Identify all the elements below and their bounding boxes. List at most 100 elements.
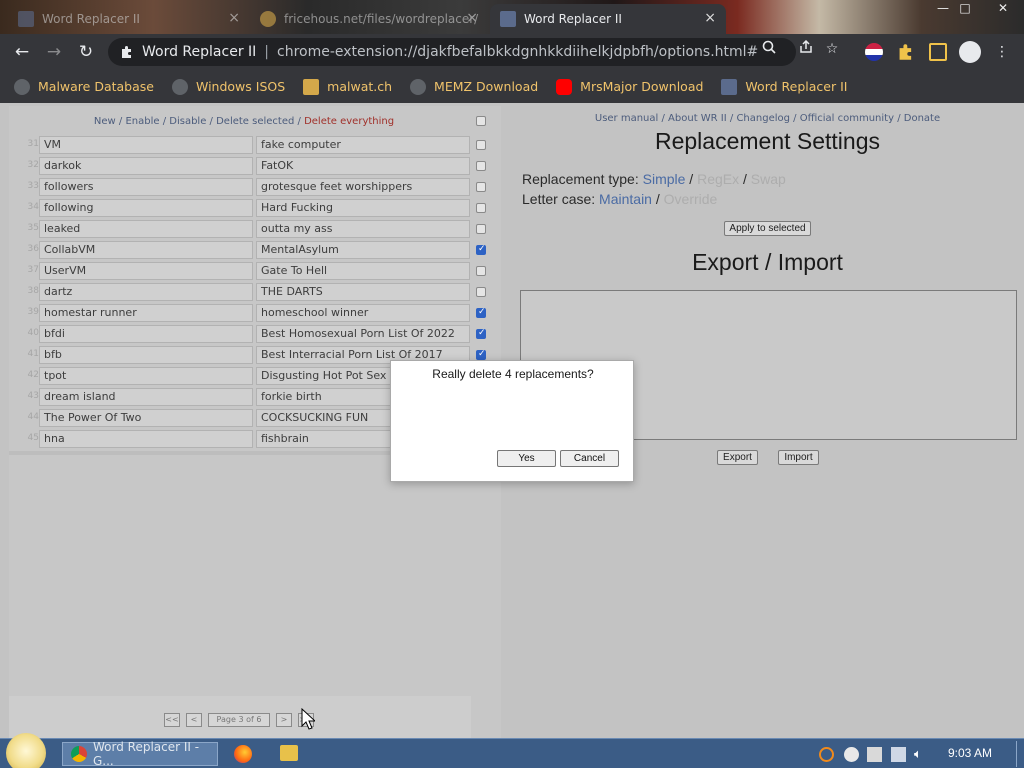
- delete-selected-link[interactable]: Delete selected: [216, 116, 294, 127]
- row-select-checkbox[interactable]: [476, 307, 486, 318]
- find-word-input[interactable]: tpot: [39, 367, 253, 385]
- replace-word-input[interactable]: Hard Fucking: [256, 199, 470, 217]
- chrome-icon: [71, 746, 87, 762]
- find-word-input[interactable]: The Power Of Two: [39, 409, 253, 427]
- bookmark-memz-download[interactable]: MEMZ Download: [410, 78, 538, 95]
- replace-word-input[interactable]: Best Homosexual Porn List Of 2022: [256, 325, 470, 343]
- firefox-icon[interactable]: [234, 745, 252, 763]
- apply-to-selected-button[interactable]: Apply to selected: [724, 221, 811, 236]
- row-select-checkbox[interactable]: [476, 182, 486, 192]
- import-button[interactable]: Import: [778, 450, 819, 465]
- row-select-checkbox[interactable]: [476, 244, 486, 255]
- find-word-input[interactable]: darkok: [39, 157, 253, 175]
- replace-word-input[interactable]: outta my ass: [256, 220, 470, 238]
- share-icon[interactable]: [797, 39, 815, 58]
- replace-word-input[interactable]: fake computer: [256, 136, 470, 154]
- close-tab-icon[interactable]: ×: [228, 10, 240, 26]
- find-word-input[interactable]: dream island: [39, 388, 253, 406]
- community-link[interactable]: Official community: [800, 113, 894, 124]
- delete-everything-link[interactable]: Delete everything: [304, 116, 394, 127]
- forward-button[interactable]: →: [42, 40, 66, 64]
- bookmark-star-icon[interactable]: ☆: [823, 40, 841, 58]
- start-button[interactable]: [6, 733, 46, 768]
- row-select-checkbox[interactable]: [476, 287, 486, 297]
- next-page-button[interactable]: >: [276, 713, 292, 727]
- extensions-icon[interactable]: [897, 43, 915, 61]
- override-option[interactable]: Override: [664, 191, 718, 207]
- tab-fricehous[interactable]: fricehous.net/files/wordreplacer/ ×: [250, 4, 488, 34]
- maintain-option[interactable]: Maintain: [599, 191, 652, 207]
- find-word-input[interactable]: bfdi: [39, 325, 253, 343]
- select-all-checkbox[interactable]: [476, 116, 486, 126]
- row-select-checkbox[interactable]: [476, 328, 486, 339]
- first-page-button[interactable]: <<: [164, 713, 180, 727]
- bookmark-windows-isos[interactable]: Windows ISOS: [171, 78, 285, 95]
- replace-word-input[interactable]: FatOK: [256, 157, 470, 175]
- row-select-checkbox[interactable]: [476, 266, 486, 276]
- new-link[interactable]: New: [94, 116, 116, 127]
- find-word-input[interactable]: homestar runner: [39, 304, 253, 322]
- row-select-checkbox[interactable]: [476, 203, 486, 213]
- row-select-checkbox[interactable]: [476, 161, 486, 171]
- volume-icon[interactable]: 🔈︎: [914, 747, 929, 762]
- about-link[interactable]: About WR II: [668, 113, 727, 124]
- profile-avatar-icon[interactable]: [959, 41, 981, 63]
- taskbar-clock[interactable]: 9:03 AM: [948, 746, 992, 760]
- regex-option[interactable]: RegEx: [697, 171, 739, 187]
- bookmark-malware-database[interactable]: Malware Database: [14, 78, 154, 95]
- donate-link[interactable]: Donate: [904, 113, 940, 124]
- find-word-input[interactable]: followers: [39, 178, 253, 196]
- user-manual-link[interactable]: User manual: [595, 113, 658, 124]
- find-word-input[interactable]: bfb: [39, 346, 253, 364]
- flag-tray-icon[interactable]: [867, 747, 882, 762]
- show-desktop-button[interactable]: [1016, 741, 1020, 767]
- disable-link[interactable]: Disable: [169, 116, 206, 127]
- replace-word-input[interactable]: Gate To Hell: [256, 262, 470, 280]
- replace-word-input[interactable]: MentalAsylum: [256, 241, 470, 259]
- find-word-input[interactable]: hna: [39, 430, 253, 448]
- emoji-tray-icon[interactable]: [844, 747, 859, 762]
- export-button[interactable]: Export: [717, 450, 758, 465]
- bookmark-mrsmajor-download[interactable]: MrsMajor Download: [556, 78, 703, 95]
- find-word-input[interactable]: UserVM: [39, 262, 253, 280]
- reload-button[interactable]: ↻: [74, 40, 98, 64]
- find-word-input[interactable]: leaked: [39, 220, 253, 238]
- yes-button[interactable]: Yes: [497, 450, 556, 467]
- enable-link[interactable]: Enable: [125, 116, 159, 127]
- prev-page-button[interactable]: <: [186, 713, 202, 727]
- address-bar[interactable]: Word Replacer II | chrome-extension://dj…: [108, 38, 796, 66]
- menu-kebab-icon[interactable]: ⋮: [993, 43, 1011, 61]
- simple-option[interactable]: Simple: [643, 171, 686, 187]
- row-select-checkbox[interactable]: [476, 224, 486, 234]
- changelog-link[interactable]: Changelog: [736, 113, 790, 124]
- replace-word-input[interactable]: grotesque feet worshippers: [256, 178, 470, 196]
- close-tab-icon[interactable]: ×: [466, 10, 478, 26]
- find-word-input[interactable]: dartz: [39, 283, 253, 301]
- find-word-input[interactable]: CollabVM: [39, 241, 253, 259]
- taskbar-chrome-window[interactable]: Word Replacer II - G...: [62, 740, 218, 768]
- back-button[interactable]: ←: [10, 40, 34, 64]
- separator: /: [685, 171, 698, 187]
- swap-option[interactable]: Swap: [751, 171, 786, 187]
- row-select-checkbox[interactable]: [476, 349, 486, 360]
- row-select-checkbox[interactable]: [476, 140, 486, 150]
- bookmark-word-replacer[interactable]: Word Replacer II: [721, 78, 847, 95]
- side-panel-icon[interactable]: [929, 43, 947, 61]
- close-tab-icon[interactable]: ×: [704, 10, 716, 26]
- search-tray-icon[interactable]: [819, 747, 834, 762]
- flag-extension-icon[interactable]: [865, 43, 883, 61]
- cancel-button[interactable]: Cancel: [560, 450, 619, 467]
- file-explorer-icon[interactable]: [280, 745, 298, 761]
- find-word-input[interactable]: following: [39, 199, 253, 217]
- bookmark-malwatch[interactable]: malwat.ch: [303, 78, 392, 95]
- tab-word-replacer-active[interactable]: Word Replacer II ×: [490, 4, 726, 34]
- maximize-icon[interactable]: □: [952, 0, 978, 16]
- close-window-icon[interactable]: ✕: [990, 0, 1016, 16]
- find-word-input[interactable]: VM: [39, 136, 253, 154]
- network-tray-icon[interactable]: [891, 747, 906, 762]
- separator: /: [159, 116, 170, 127]
- replace-word-input[interactable]: homeschool winner: [256, 304, 470, 322]
- tab-word-replacer-inactive[interactable]: Word Replacer II ×: [8, 4, 250, 34]
- replace-word-input[interactable]: THE DARTS: [256, 283, 470, 301]
- zoom-icon[interactable]: [760, 40, 778, 58]
